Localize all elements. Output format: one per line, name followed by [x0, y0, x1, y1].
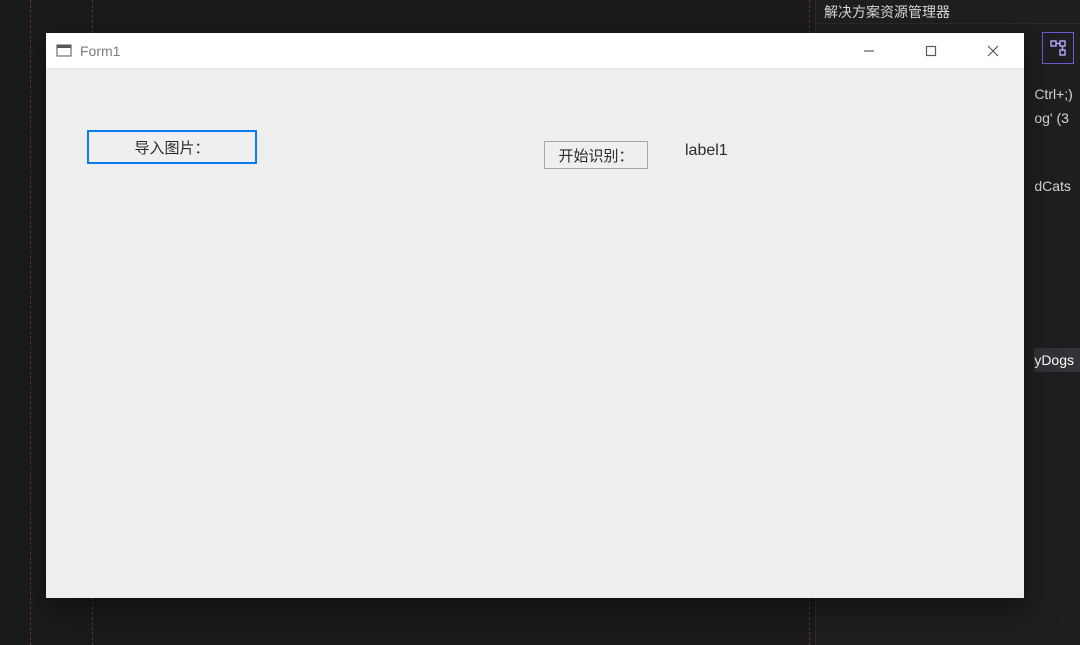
start-recognize-button[interactable]: 开始识别： — [544, 141, 648, 169]
hierarchy-icon — [1048, 38, 1068, 58]
maximize-icon — [925, 45, 937, 57]
tree-gap — [1034, 198, 1080, 348]
solution-explorer-title: 解决方案资源管理器 — [816, 0, 1080, 24]
minimize-icon — [863, 45, 875, 57]
window-title: Form1 — [80, 43, 120, 59]
solution-explorer-toolbar — [1042, 32, 1074, 64]
guide-line — [30, 0, 31, 645]
switch-views-icon[interactable] — [1042, 32, 1074, 64]
solution-tree-fragments: Ctrl+;) og' (3 dCats yDogs — [1034, 82, 1080, 372]
form-icon — [56, 43, 72, 59]
minimize-button[interactable] — [838, 33, 900, 68]
close-button[interactable] — [962, 33, 1024, 68]
window-titlebar[interactable]: Form1 — [46, 33, 1024, 68]
maximize-button[interactable] — [900, 33, 962, 68]
tree-item[interactable]: dCats — [1034, 174, 1080, 198]
window-controls — [838, 33, 1024, 68]
import-image-button[interactable]: 导入图片： — [88, 131, 256, 163]
close-icon — [987, 45, 999, 57]
form-client-area[interactable]: 导入图片： 开始识别： label1 — [46, 68, 1024, 598]
shortcut-hint: Ctrl+;) — [1034, 82, 1080, 106]
label1: label1 — [685, 142, 728, 160]
tree-item[interactable]: og' (3 — [1034, 106, 1080, 130]
form-designer-window[interactable]: Form1 导入图片： 开始识别： label1 — [46, 33, 1024, 598]
tree-gap — [1034, 130, 1080, 174]
tree-item-selected[interactable]: yDogs — [1034, 348, 1080, 372]
